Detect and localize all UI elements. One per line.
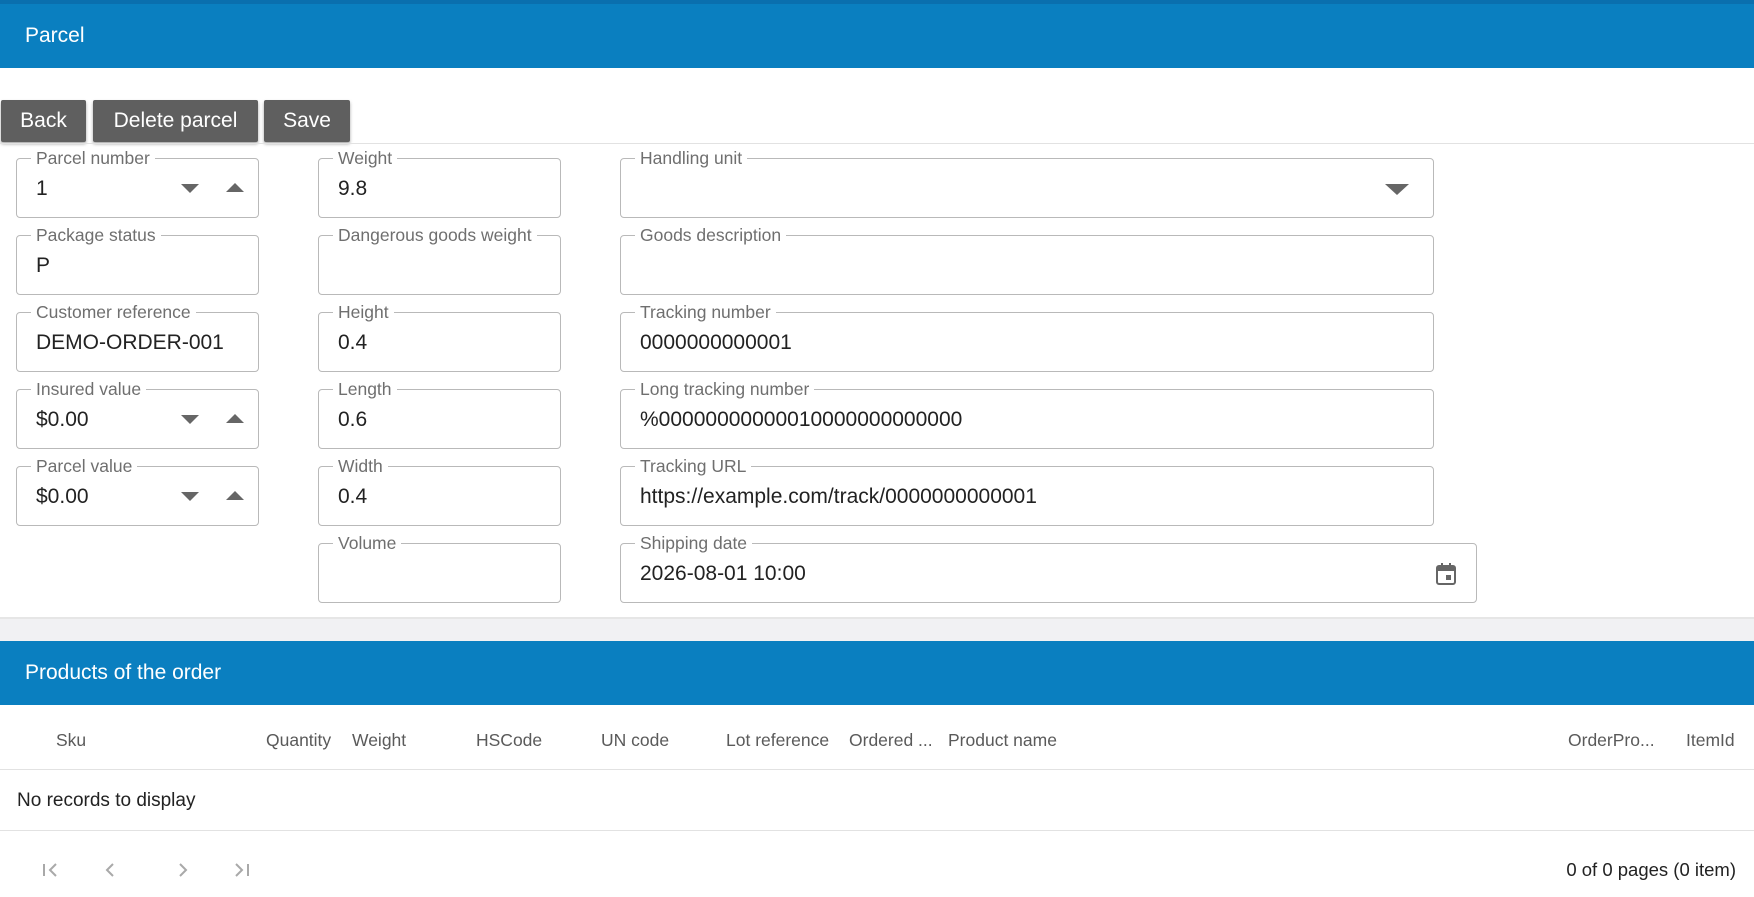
goods-description-field[interactable]: Goods description bbox=[620, 224, 1434, 295]
parcel-title: Parcel bbox=[25, 24, 85, 47]
save-button[interactable]: Save bbox=[264, 100, 350, 142]
parcel-card: Parcel Back Delete parcel Save Parcel nu… bbox=[0, 0, 1754, 619]
weight-field[interactable]: Weight 9.8 bbox=[318, 147, 561, 218]
parcel-value-field[interactable]: Parcel value $0.00 bbox=[16, 455, 259, 526]
tracking-url-field[interactable]: Tracking URL https://example.com/track/0… bbox=[620, 455, 1434, 526]
next-page-icon[interactable] bbox=[170, 859, 196, 881]
parcel-value-label: Parcel value bbox=[31, 455, 138, 477]
tracking-number-label: Tracking number bbox=[635, 301, 776, 323]
back-button[interactable]: Back bbox=[1, 100, 86, 142]
long-tracking-number-label: Long tracking number bbox=[635, 378, 815, 400]
tracking-url-label: Tracking URL bbox=[635, 455, 752, 477]
table-body-divider bbox=[0, 830, 1754, 831]
volume-field[interactable]: Volume bbox=[318, 532, 561, 603]
customer-reference-value[interactable]: DEMO-ORDER-001 bbox=[36, 329, 248, 357]
insured-value-label: Insured value bbox=[31, 378, 147, 400]
dangerous-goods-weight-label: Dangerous goods weight bbox=[333, 224, 537, 246]
column-header-hscode[interactable]: HSCode bbox=[476, 729, 542, 751]
card-divider bbox=[0, 617, 1754, 619]
insured-value-value[interactable]: $0.00 bbox=[36, 406, 158, 434]
first-page-icon[interactable] bbox=[38, 859, 64, 881]
length-value[interactable]: 0.6 bbox=[338, 406, 550, 434]
volume-label: Volume bbox=[333, 532, 402, 554]
package-status-field[interactable]: Package status P bbox=[16, 224, 259, 295]
toolbar-divider bbox=[0, 143, 1754, 144]
previous-page-icon[interactable] bbox=[98, 859, 124, 881]
chevron-up-icon[interactable] bbox=[225, 180, 245, 196]
column-header-itemid[interactable]: ItemId bbox=[1686, 729, 1735, 751]
insured-value-field[interactable]: Insured value $0.00 bbox=[16, 378, 259, 449]
pager-info: 0 of 0 pages (0 item) bbox=[1566, 859, 1736, 880]
column-header-product-name[interactable]: Product name bbox=[948, 729, 1057, 751]
customer-reference-label: Customer reference bbox=[31, 301, 196, 323]
package-status-label: Package status bbox=[31, 224, 161, 246]
chevron-down-icon[interactable] bbox=[180, 411, 200, 427]
column-header-ordered[interactable]: Ordered ... bbox=[849, 729, 933, 751]
chevron-down-icon[interactable] bbox=[180, 488, 200, 504]
chevron-up-icon[interactable] bbox=[225, 488, 245, 504]
long-tracking-number-value[interactable]: %00000000000010000000000000 bbox=[640, 406, 1423, 434]
goods-description-label: Goods description bbox=[635, 224, 787, 246]
width-label: Width bbox=[333, 455, 388, 477]
customer-reference-field[interactable]: Customer reference DEMO-ORDER-001 bbox=[16, 301, 259, 372]
long-tracking-number-field[interactable]: Long tracking number %000000000000100000… bbox=[620, 378, 1434, 449]
top-accent-line bbox=[0, 0, 1754, 4]
tracking-url-value[interactable]: https://example.com/track/0000000000001 bbox=[640, 483, 1423, 511]
delete-parcel-button[interactable]: Delete parcel bbox=[93, 100, 258, 142]
shipping-date-label: Shipping date bbox=[635, 532, 753, 554]
shipping-date-field[interactable]: Shipping date 2026-08-01 10:00 bbox=[620, 532, 1477, 603]
height-value[interactable]: 0.4 bbox=[338, 329, 550, 357]
last-page-icon[interactable] bbox=[229, 859, 255, 881]
handling-unit-select[interactable]: Handling unit bbox=[620, 147, 1434, 218]
no-records-message: No records to display bbox=[17, 790, 196, 811]
weight-value[interactable]: 9.8 bbox=[338, 175, 550, 203]
length-label: Length bbox=[333, 378, 397, 400]
height-field[interactable]: Height 0.4 bbox=[318, 301, 561, 372]
dropdown-arrow-icon[interactable] bbox=[1385, 181, 1409, 195]
column-header-un-code[interactable]: UN code bbox=[601, 729, 669, 751]
parcel-number-value[interactable]: 1 bbox=[36, 175, 158, 203]
shipping-date-value[interactable]: 2026-08-01 10:00 bbox=[640, 560, 1406, 588]
products-card: Products of the order Sku Quantity Weigh… bbox=[0, 641, 1754, 897]
height-label: Height bbox=[333, 301, 394, 323]
tracking-number-value[interactable]: 0000000000001 bbox=[640, 329, 1423, 357]
products-title: Products of the order bbox=[25, 661, 222, 684]
column-header-orderpro[interactable]: OrderPro... bbox=[1568, 729, 1655, 751]
width-field[interactable]: Width 0.4 bbox=[318, 455, 561, 526]
column-header-sku[interactable]: Sku bbox=[56, 729, 86, 751]
chevron-down-icon[interactable] bbox=[180, 180, 200, 196]
parcel-header: Parcel bbox=[0, 4, 1754, 68]
parcel-number-field[interactable]: Parcel number 1 bbox=[16, 147, 259, 218]
products-header: Products of the order bbox=[0, 641, 1754, 705]
width-value[interactable]: 0.4 bbox=[338, 483, 550, 511]
column-header-quantity[interactable]: Quantity bbox=[266, 729, 331, 751]
table-header-divider bbox=[0, 769, 1754, 770]
handling-unit-label: Handling unit bbox=[635, 147, 748, 169]
dangerous-goods-weight-field[interactable]: Dangerous goods weight bbox=[318, 224, 561, 295]
tracking-number-field[interactable]: Tracking number 0000000000001 bbox=[620, 301, 1434, 372]
chevron-up-icon[interactable] bbox=[225, 411, 245, 427]
column-header-weight[interactable]: Weight bbox=[352, 729, 406, 751]
column-header-lot-reference[interactable]: Lot reference bbox=[726, 729, 829, 751]
weight-label: Weight bbox=[333, 147, 398, 169]
package-status-value[interactable]: P bbox=[36, 252, 248, 280]
parcel-number-label: Parcel number bbox=[31, 147, 155, 169]
parcel-value-value[interactable]: $0.00 bbox=[36, 483, 158, 511]
length-field[interactable]: Length 0.6 bbox=[318, 378, 561, 449]
calendar-icon[interactable] bbox=[1436, 563, 1456, 585]
